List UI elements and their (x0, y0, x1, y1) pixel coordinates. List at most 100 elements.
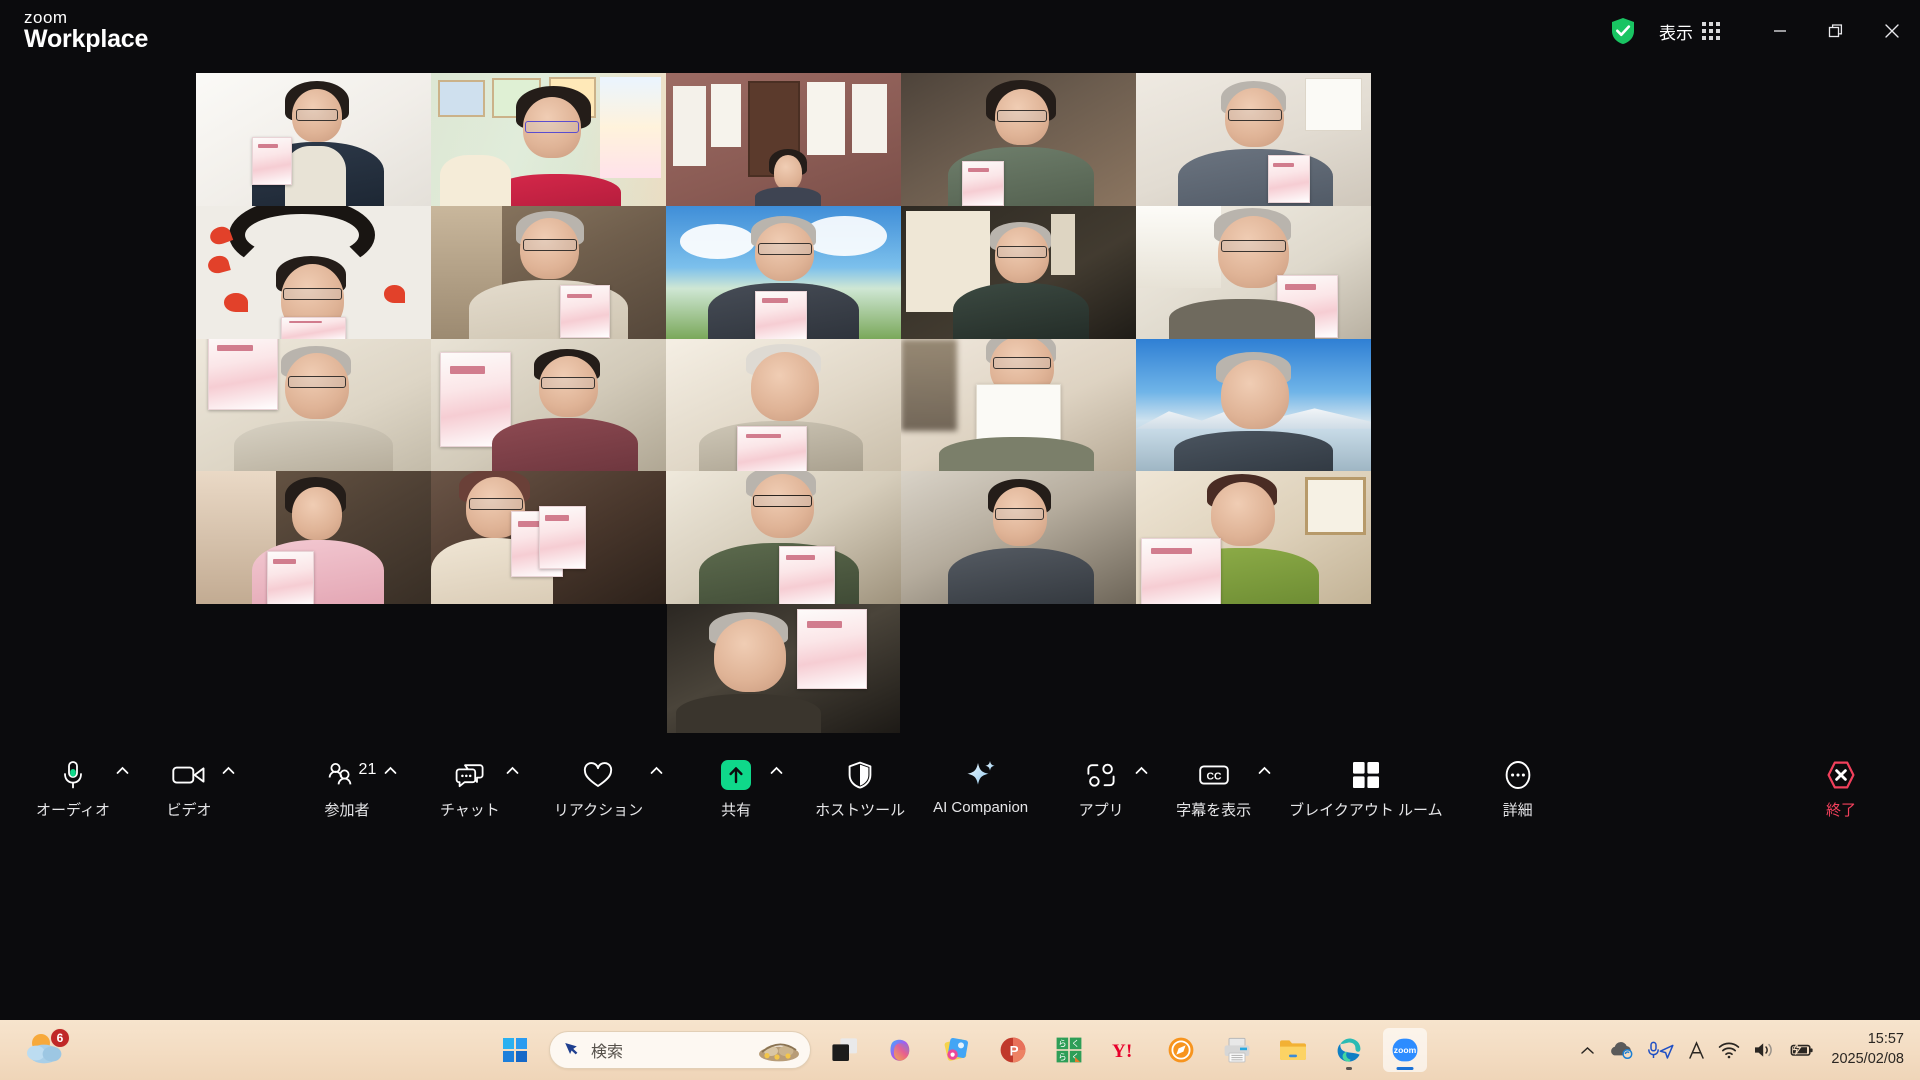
svg-text:ら: ら (1058, 1052, 1066, 1062)
copilot-button[interactable] (879, 1028, 923, 1072)
powerpoint-button[interactable]: P (991, 1028, 1035, 1072)
video-tile-active-speaker[interactable] (431, 73, 666, 206)
video-tile[interactable] (431, 338, 666, 472)
window-controls (1752, 0, 1920, 62)
chat-button[interactable]: チャット (440, 744, 500, 820)
video-tile[interactable] (196, 338, 431, 472)
participants-options-caret[interactable] (378, 744, 404, 775)
video-tile[interactable] (666, 471, 901, 604)
zoom-taskbar-button[interactable]: zoom (1383, 1028, 1427, 1072)
apps-label: アプリ (1078, 802, 1124, 819)
video-options-caret[interactable] (216, 744, 242, 775)
captions-options-caret[interactable] (1251, 744, 1277, 775)
video-tile[interactable] (901, 73, 1136, 206)
yahoo-button[interactable]: Y ! (1103, 1028, 1147, 1072)
video-tile[interactable] (431, 471, 666, 604)
video-tile[interactable] (1136, 73, 1371, 206)
taskbar-center: 検索 P ら く ら く Y ! zoom (493, 1028, 1427, 1072)
video-tile[interactable] (196, 471, 431, 604)
more-button[interactable]: 詳細 (1491, 744, 1545, 820)
edge-icon (1337, 1038, 1361, 1062)
end-meeting-button[interactable]: 終了 (1814, 744, 1868, 820)
video-tile[interactable] (666, 205, 901, 339)
share-screen-button[interactable]: 共有 (709, 744, 763, 820)
weather-widget[interactable]: 6 (22, 1028, 70, 1070)
maximize-restore-button[interactable] (1808, 0, 1864, 62)
chat-options-caret[interactable] (500, 744, 526, 775)
video-tile[interactable] (667, 604, 900, 733)
apps-options-caret[interactable] (1128, 744, 1154, 775)
green-app-button[interactable]: ら く ら く (1047, 1028, 1091, 1072)
task-view-button[interactable] (823, 1028, 867, 1072)
taskbar-left: 6 (22, 1028, 222, 1070)
close-button[interactable] (1864, 0, 1920, 62)
host-tools-button[interactable]: ホストツール (815, 744, 905, 820)
mic-location-icon[interactable] (1647, 1041, 1675, 1060)
start-button[interactable] (493, 1028, 537, 1072)
video-tile[interactable] (666, 73, 901, 206)
share-screen-label: 共有 (721, 802, 752, 819)
more-label: 詳細 (1502, 802, 1533, 819)
video-tile[interactable] (666, 338, 901, 472)
ellipsis-icon (1504, 758, 1532, 792)
photos-button[interactable] (935, 1028, 979, 1072)
video-button[interactable]: ビデオ (162, 744, 216, 820)
video-tile[interactable] (431, 205, 666, 339)
edge-button[interactable] (1327, 1028, 1371, 1072)
ai-companion-label: AI Companion (933, 799, 1029, 816)
svg-text:zoom: zoom (1394, 1045, 1417, 1055)
breakout-rooms-button[interactable]: ブレイクアウト ルーム (1289, 744, 1443, 820)
windows-logo-icon (502, 1037, 528, 1063)
search-box[interactable]: 検索 (549, 1031, 811, 1069)
shield-host-icon (847, 758, 873, 792)
svg-text:P: P (1010, 1044, 1019, 1059)
video-tile[interactable] (196, 205, 431, 339)
zoom-meeting-window: zoom Workplace 表示 オーディオ ビデオ 21 参加者 チャット … (0, 0, 1920, 1080)
video-tile[interactable] (1136, 471, 1371, 604)
file-explorer-button[interactable] (1271, 1028, 1315, 1072)
participants-icon: 21 (326, 758, 376, 792)
grid-apps-icon (1702, 22, 1720, 40)
wifi-icon[interactable] (1718, 1041, 1740, 1059)
captions-button[interactable]: CC 字幕を表示 (1176, 744, 1251, 820)
audio-options-caret[interactable] (110, 744, 136, 775)
chevron-up-icon[interactable] (1580, 1045, 1595, 1056)
meeting-toolbar-controls: オーディオ ビデオ 21 参加者 チャット リアクション 共有 ホストツール A… (0, 744, 1920, 854)
copilot-icon (890, 1039, 910, 1061)
closed-caption-icon: CC (1198, 758, 1230, 792)
video-tile[interactable] (196, 73, 431, 206)
chat-label: チャット (439, 802, 500, 819)
speaker-icon[interactable] (1753, 1041, 1775, 1059)
sparkle-ai-icon (965, 758, 997, 792)
video-tile[interactable] (1136, 338, 1371, 472)
yahoo-icon: Y ! (1112, 1041, 1132, 1062)
video-tile[interactable] (901, 338, 1136, 472)
reactions-button[interactable]: リアクション (554, 744, 643, 820)
ime-a-icon[interactable] (1688, 1040, 1705, 1060)
taskbar-clock[interactable]: 15:57 2025/02/08 (1831, 1030, 1904, 1069)
clock-date: 2025/02/08 (1831, 1051, 1904, 1067)
compass-app-button[interactable] (1159, 1028, 1203, 1072)
svg-text:Y: Y (1112, 1041, 1126, 1062)
video-tile[interactable] (901, 471, 1136, 604)
audio-button[interactable]: オーディオ (36, 744, 110, 820)
share-options-caret[interactable] (763, 744, 789, 775)
video-label: ビデオ (166, 802, 212, 819)
video-tile[interactable] (1136, 205, 1371, 339)
participants-button[interactable]: 21 参加者 (324, 744, 378, 820)
svg-text:CC: CC (1206, 771, 1222, 782)
video-stage (0, 62, 1920, 744)
printer-button[interactable] (1215, 1028, 1259, 1072)
view-layout-button[interactable]: 表示 (1647, 12, 1732, 51)
minimize-button[interactable] (1752, 0, 1808, 62)
clock-time: 15:57 (1867, 1031, 1904, 1048)
ai-companion-button[interactable]: AI Companion (933, 744, 1028, 816)
green-app-icon: ら く ら く (1056, 1037, 1082, 1063)
onedrive-sync-icon[interactable] (1608, 1041, 1634, 1059)
brand-workplace-text: Workplace (24, 25, 149, 54)
video-tile[interactable] (901, 205, 1136, 339)
apps-button[interactable]: アプリ (1074, 744, 1128, 820)
security-shield-icon[interactable] (1603, 11, 1643, 51)
reactions-options-caret[interactable] (643, 744, 669, 775)
battery-charging-icon[interactable] (1788, 1041, 1814, 1059)
